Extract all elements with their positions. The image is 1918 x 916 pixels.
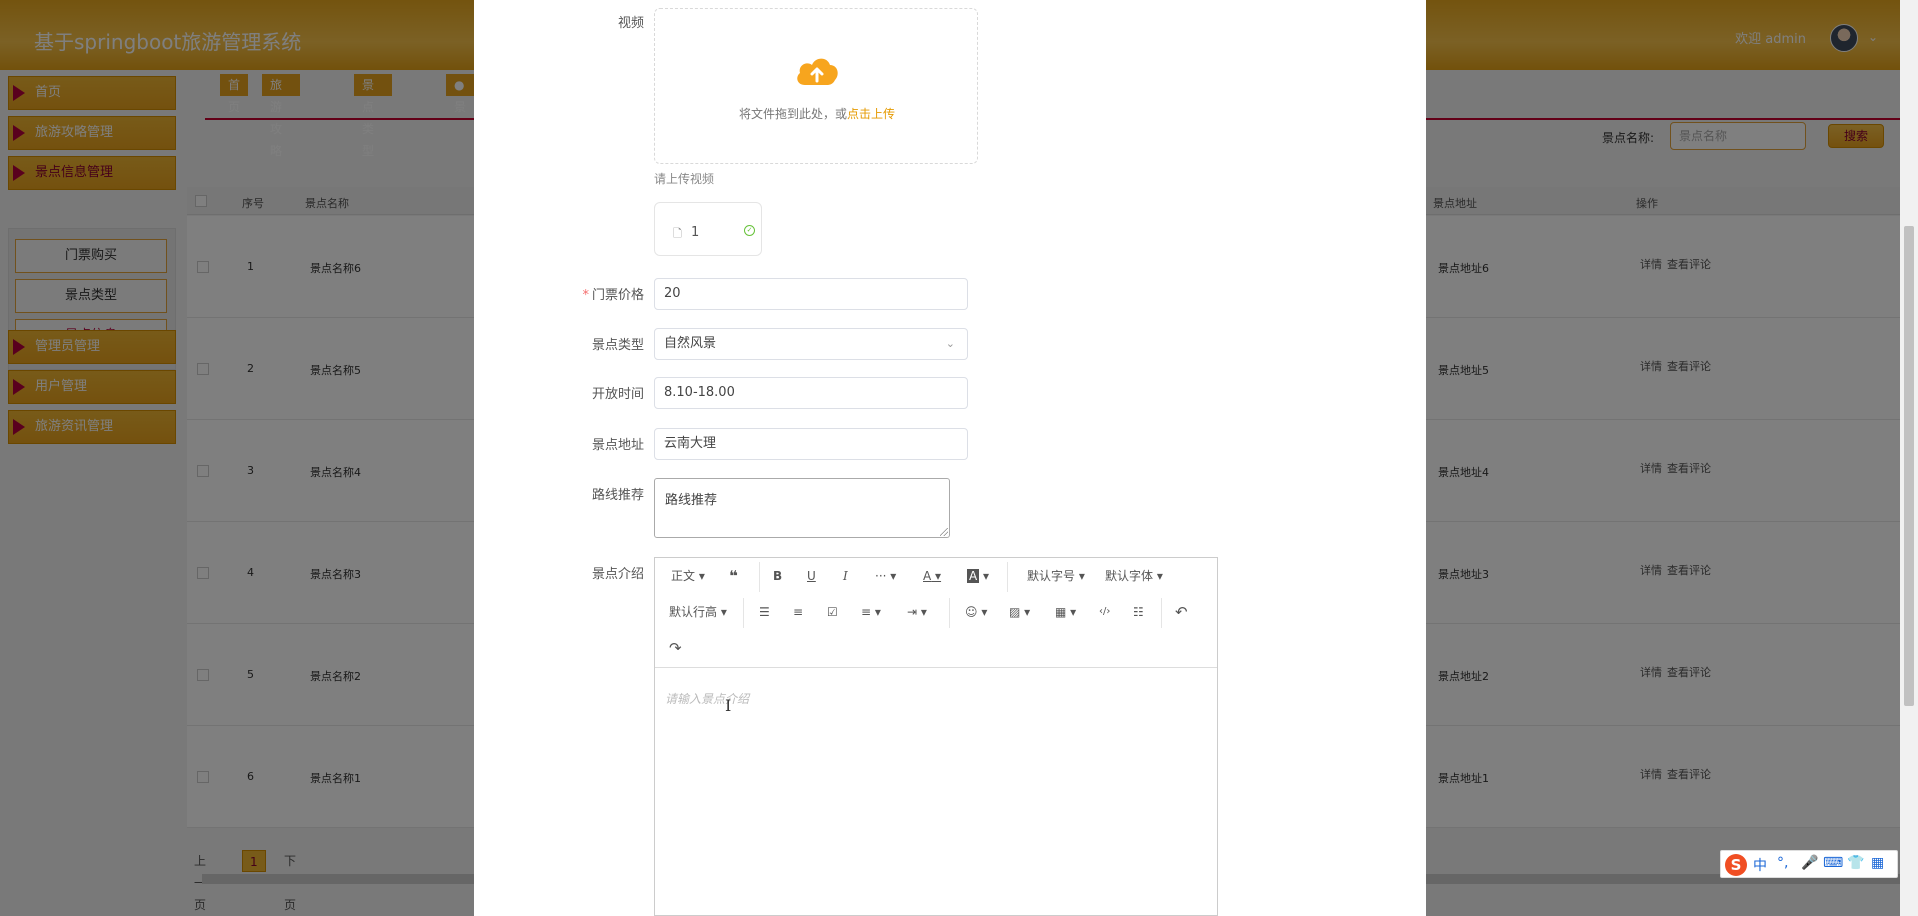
indent-dropdown[interactable]: ⇥ ▾ — [907, 602, 927, 622]
required-asterisk: * — [582, 288, 589, 303]
ime-toolbar: S 中 °, 🎤 ⌨ 👕 ▦ — [1720, 850, 1898, 878]
sogou-logo-icon[interactable]: S — [1725, 854, 1747, 876]
text-cursor-icon: I — [725, 696, 732, 715]
toolbar-divider — [949, 598, 950, 628]
file-name: 1 — [691, 225, 700, 240]
bullet-list-icon[interactable]: ☰ — [759, 602, 770, 622]
address-input[interactable]: 云南大理 — [654, 428, 968, 460]
check-circle-icon: ✓ — [744, 225, 755, 236]
document-icon: 🗋 — [673, 227, 682, 240]
redo-icon[interactable]: ↷ — [669, 638, 682, 658]
more-styles-dropdown[interactable]: ··· ▾ — [875, 566, 896, 586]
keyboard-icon[interactable]: ⌨ — [1823, 855, 1843, 871]
paragraph-label: 正文 — [671, 569, 696, 583]
line-height-label: 默认行高 — [669, 605, 718, 619]
numbered-list-icon[interactable]: ≡ — [793, 602, 803, 622]
rich-text-editor: 正文 ▾ ❝ B U I ··· ▾ A ▾ A ▾ 默认字号 ▾ 默认字体 ▾… — [654, 557, 1218, 916]
open-time-label: 开放时间 — [591, 387, 644, 402]
toolbar-divider — [743, 598, 744, 628]
underline-icon[interactable]: U — [807, 566, 816, 586]
font-color-icon: A — [923, 569, 932, 583]
todo-list-icon[interactable]: ☑ — [827, 602, 838, 622]
font-family-dropdown[interactable]: 默认字体 ▾ — [1105, 566, 1163, 586]
undo-icon[interactable]: ↶ — [1175, 602, 1188, 622]
toolbar-divider — [1161, 598, 1162, 628]
vertical-scrollbar-thumb[interactable] — [1904, 226, 1914, 706]
toolbox-icon[interactable]: ▦ — [1871, 855, 1884, 871]
image-icon[interactable]: ▨ ▾ — [1009, 602, 1030, 622]
edit-dialog: 视频 将文件拖到此处，或点击上传 请上传视频 🗋 1 ✓ * 门票价格 20 景点… — [474, 0, 1426, 916]
price-label: * 门票价格 — [544, 284, 644, 303]
price-input[interactable]: 20 — [654, 278, 968, 310]
font-family-label: 默认字体 — [1105, 569, 1154, 583]
intro-label: 景点介绍 — [591, 567, 644, 582]
bg-color-dropdown[interactable]: A ▾ — [967, 566, 989, 586]
table-icon[interactable]: ▦ ▾ — [1055, 602, 1076, 622]
font-size-dropdown[interactable]: 默认字号 ▾ — [1027, 566, 1085, 586]
price-label-text: 门票价格 — [591, 288, 644, 303]
route-textarea[interactable]: 路线推荐 — [654, 478, 950, 538]
uploaded-file-card[interactable]: 🗋 1 ✓ — [654, 202, 762, 256]
cloud-upload-icon — [797, 58, 838, 85]
more-icon: ··· — [875, 569, 887, 583]
upload-instructions: 将文件拖到此处，或点击上传 — [655, 105, 979, 122]
editor-toolbar: 正文 ▾ ❝ B U I ··· ▾ A ▾ A ▾ 默认字号 ▾ 默认字体 ▾… — [655, 558, 1217, 668]
align-dropdown[interactable]: ≡ ▾ — [861, 602, 881, 622]
open-time-input[interactable]: 8.10-18.00 — [654, 377, 968, 409]
upload-tip: 请上传视频 — [654, 172, 715, 186]
upload-link[interactable]: 点击上传 — [847, 107, 895, 121]
bold-icon[interactable]: B — [773, 566, 782, 586]
bg-color-icon: A — [967, 569, 980, 583]
type-select[interactable]: 自然风景 ⌄ — [654, 328, 968, 360]
upload-text: 将文件拖到此处，或 — [738, 107, 847, 121]
skin-icon[interactable]: 👕 — [1847, 855, 1864, 871]
italic-icon[interactable]: I — [843, 566, 848, 586]
emoji-icon[interactable]: ☺ ▾ — [965, 602, 987, 622]
toolbar-divider — [759, 562, 760, 592]
paragraph-dropdown[interactable]: 正文 ▾ — [671, 566, 705, 586]
type-label: 景点类型 — [591, 338, 644, 353]
route-label: 路线推荐 — [591, 488, 644, 503]
video-label: 视频 — [617, 16, 644, 31]
punctuation-icon[interactable]: °, — [1777, 855, 1788, 871]
toolbar-divider — [1007, 562, 1008, 592]
divider-line-icon[interactable]: ☷ — [1133, 602, 1144, 622]
editor-placeholder: 请输入景点介绍 — [665, 692, 750, 706]
video-upload-dropzone[interactable]: 将文件拖到此处，或点击上传 — [654, 8, 978, 164]
chevron-down-icon: ⌄ — [945, 337, 955, 350]
microphone-icon[interactable]: 🎤 — [1801, 855, 1818, 871]
font-size-label: 默认字号 — [1027, 569, 1076, 583]
type-select-value: 自然风景 — [664, 336, 717, 351]
quote-icon[interactable]: ❝ — [729, 566, 738, 586]
resize-handle-icon[interactable] — [940, 528, 948, 536]
address-label: 景点地址 — [591, 438, 644, 453]
code-icon[interactable]: ‹/› — [1099, 602, 1110, 622]
font-color-dropdown[interactable]: A ▾ — [923, 566, 941, 586]
ime-language-toggle[interactable]: 中 — [1753, 855, 1767, 875]
line-height-dropdown[interactable]: 默认行高 ▾ — [669, 602, 727, 622]
route-text: 路线推荐 — [665, 493, 718, 508]
editor-content-area[interactable]: 请输入景点介绍 I — [655, 668, 1217, 915]
